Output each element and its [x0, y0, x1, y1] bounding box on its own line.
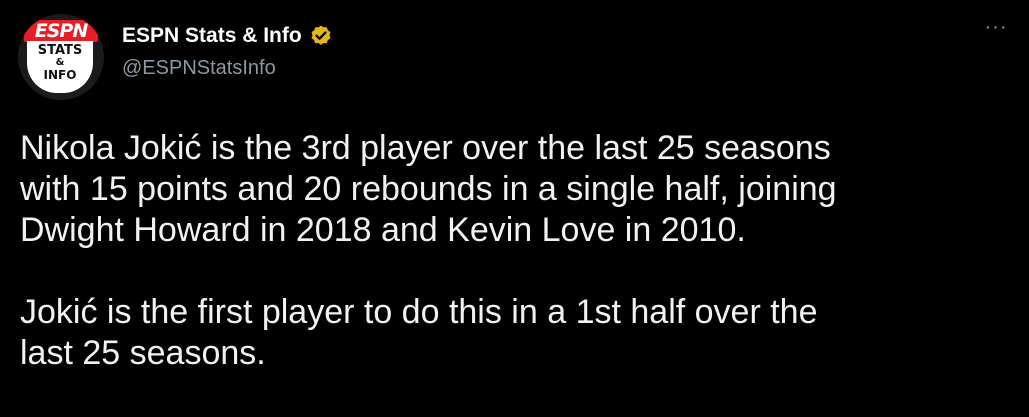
avatar-line-stats: STATS: [37, 43, 83, 58]
display-name-row: ESPN Stats & Info: [122, 22, 333, 50]
tweet-text: Nikola Jokić is the 3rd player over the …: [20, 128, 1020, 374]
verified-badge-icon: [309, 24, 333, 48]
author-handle[interactable]: @ESPNStatsInfo: [122, 54, 333, 82]
display-name[interactable]: ESPN Stats & Info: [122, 22, 302, 50]
avatar-badge: STATS & INFO: [27, 41, 93, 93]
logo-text: ESPN: [34, 20, 88, 42]
more-icon[interactable]: ···: [981, 17, 1011, 42]
tweet: ESPN STATS & INFO ESPN Stats & Info @ESP…: [0, 0, 1029, 417]
avatar[interactable]: ESPN STATS & INFO: [18, 14, 104, 100]
author-names: ESPN Stats & Info @ESPNStatsInfo: [122, 22, 333, 82]
tweet-paragraph-2: Jokić is the first player to do this in …: [20, 293, 818, 372]
espn-logo: ESPN: [24, 20, 98, 42]
tweet-header: ESPN STATS & INFO ESPN Stats & Info @ESP…: [18, 14, 1011, 100]
avatar-line-amp: &: [55, 57, 65, 68]
avatar-line-info: INFO: [43, 68, 77, 82]
tweet-paragraph-1: Nikola Jokić is the 3rd player over the …: [20, 129, 837, 249]
